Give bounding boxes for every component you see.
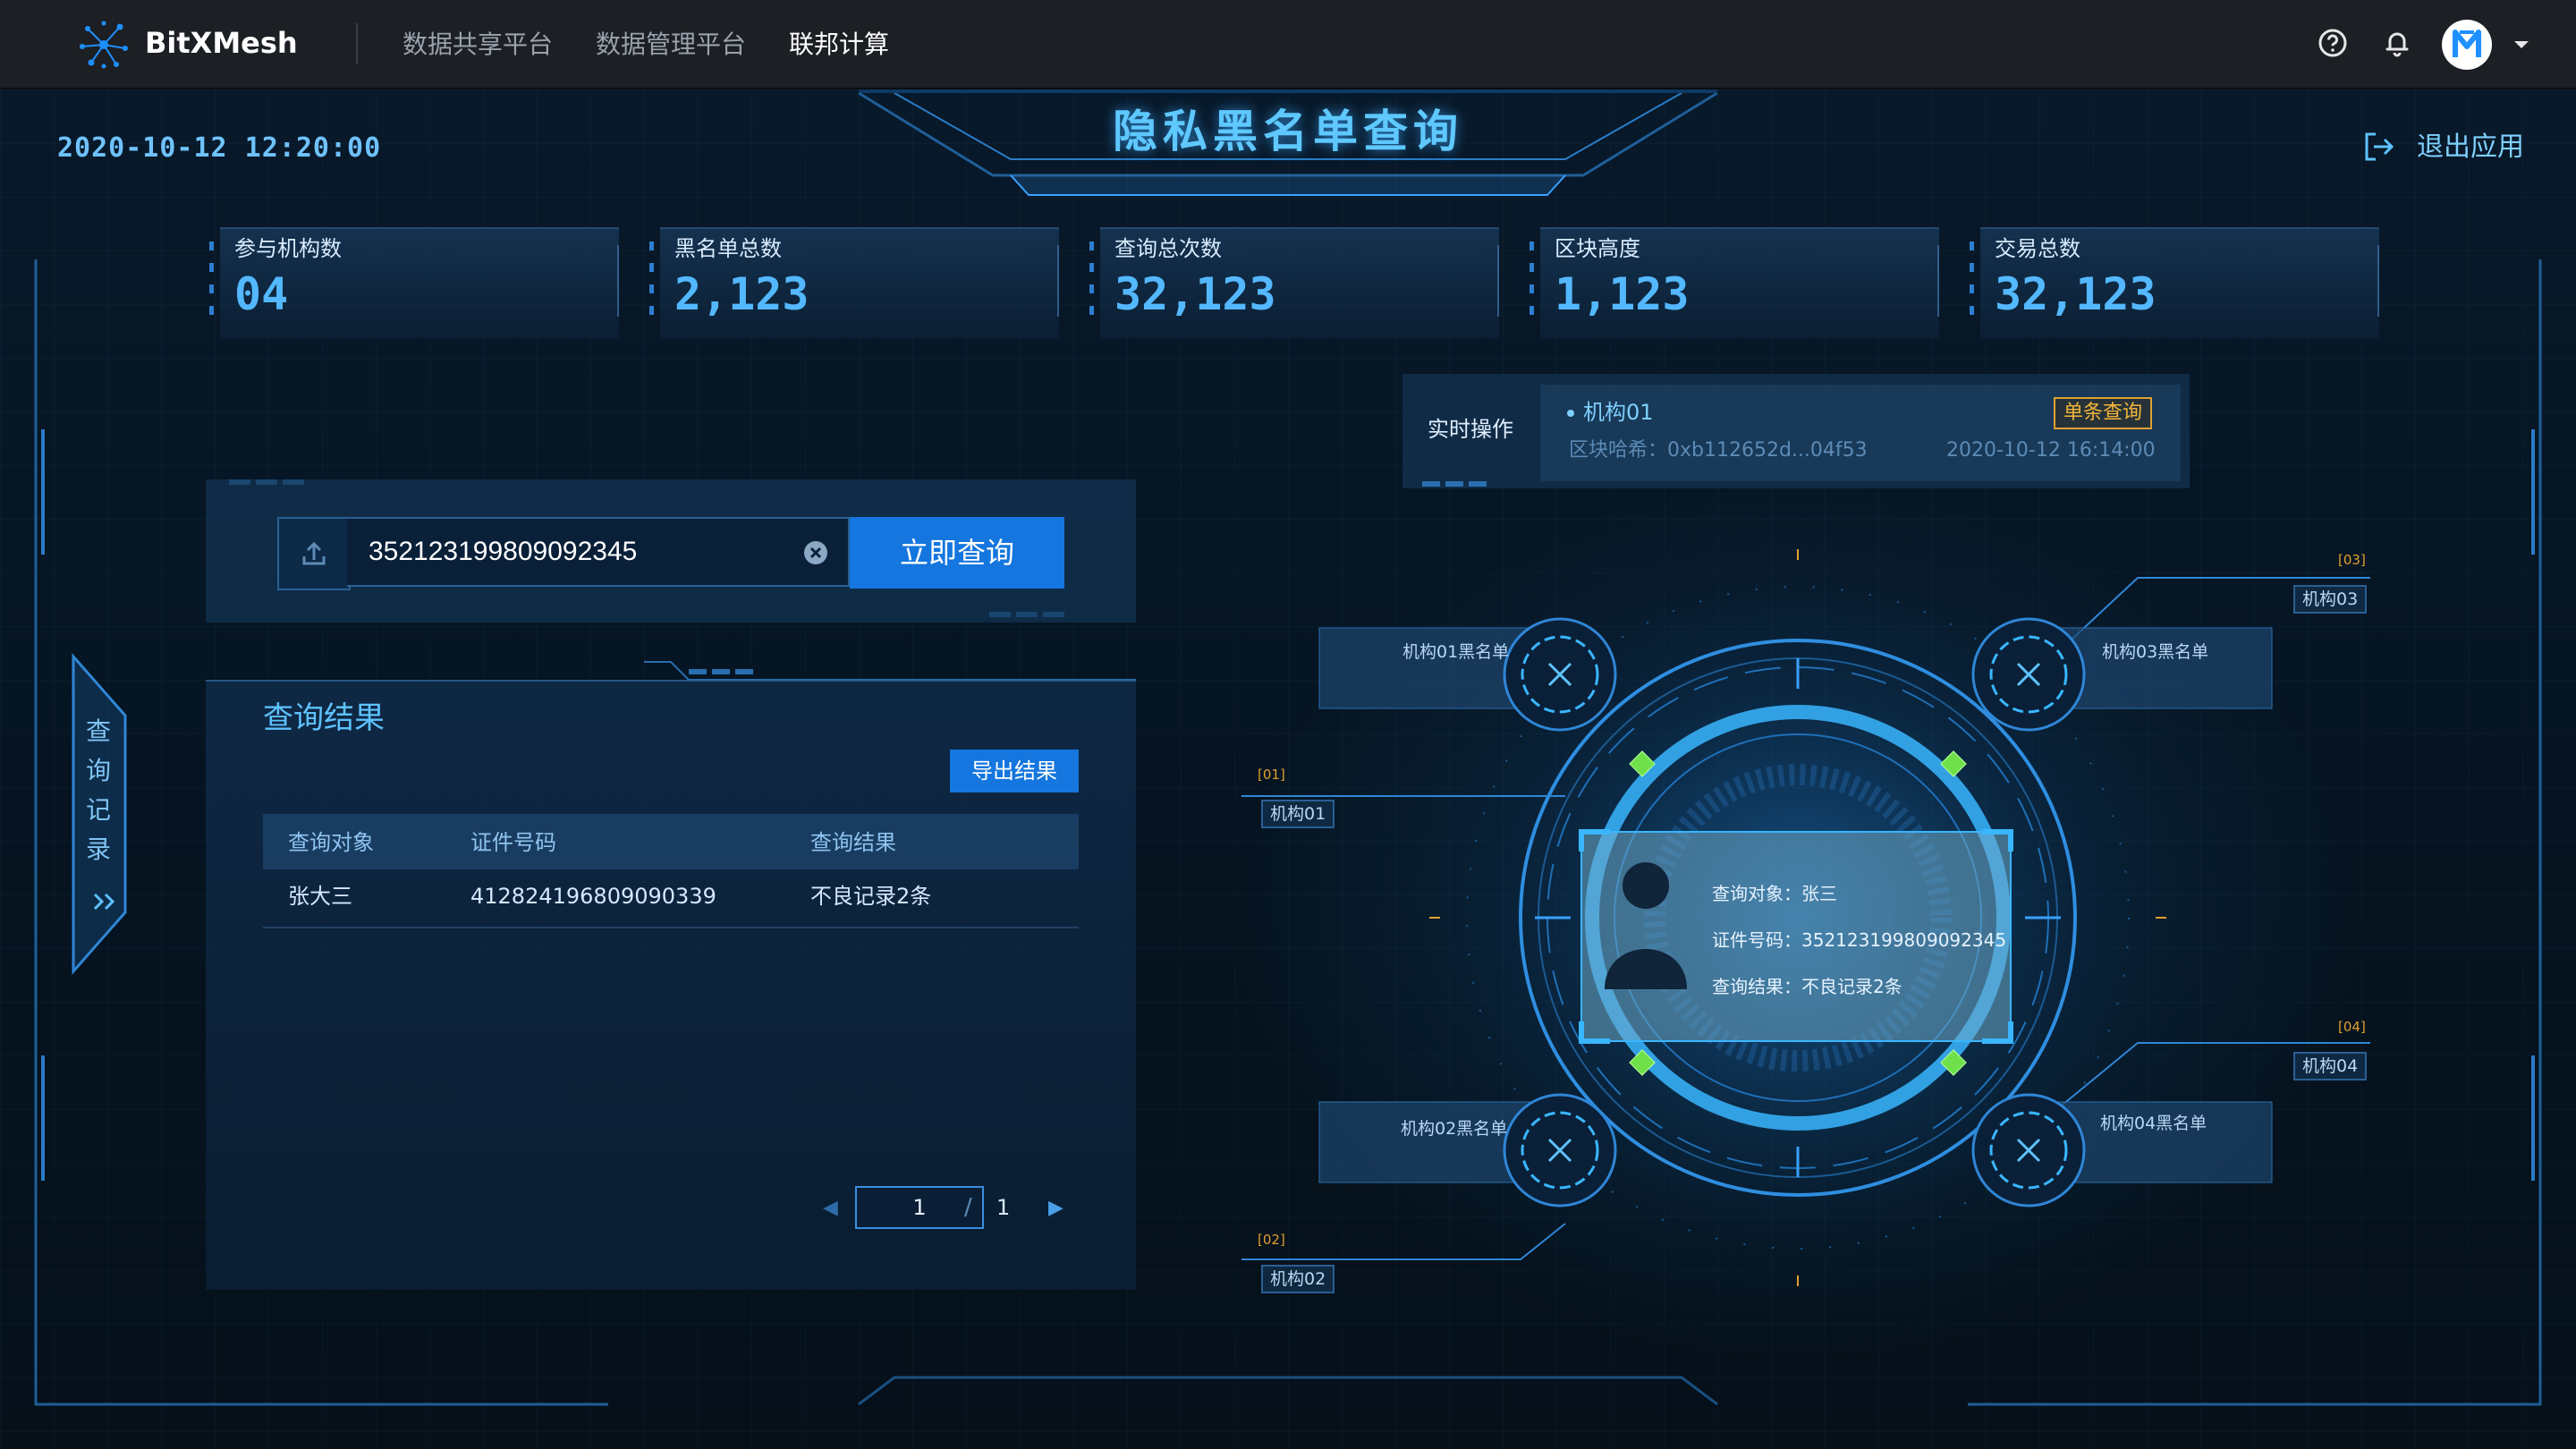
card-subject: 查询对象：张三 [1712, 883, 1837, 904]
realtime-label: 实时操作 [1428, 417, 1513, 442]
table-cell-subject: 张大三 [288, 884, 352, 909]
stat-label: 查询总次数 [1114, 236, 1222, 261]
column-header-id-number: 证件号码 [470, 830, 556, 855]
stat-value: 1,123 [1555, 268, 1690, 320]
exit-app-link[interactable]: 退出应用 [2417, 130, 2524, 165]
stat-label: 交易总数 [1995, 236, 2080, 261]
stat-card-orgs: 参与机构数 04 [209, 227, 619, 338]
user-avatar[interactable] [2442, 20, 2492, 70]
stat-value: 32,123 [1995, 268, 2157, 320]
search-now-button[interactable]: 立即查询 [850, 517, 1064, 589]
stat-notch-decoration [1970, 242, 1974, 322]
top-nav-bar [0, 0, 2576, 89]
realtime-block-hash: 区块哈希：0xb112652d...04f53 [1569, 439, 1868, 462]
org-bullet-icon [1567, 410, 1574, 417]
org04-blacklist-label: 机构04黑名单 [2100, 1114, 2207, 1133]
id-number-search-input[interactable]: 352123199809092345 [347, 517, 850, 587]
stat-notch-decoration [1089, 242, 1094, 322]
help-icon[interactable] [2317, 27, 2349, 59]
stat-value: 32,123 [1114, 268, 1276, 320]
results-table-header [263, 814, 1079, 869]
stat-corner-decoration [610, 245, 619, 317]
table-row-divider [263, 927, 1079, 928]
realtime-timestamp: 2020-10-12 16:14:00 [1946, 439, 2156, 462]
stat-card-blacklist: 黑名单总数 2,123 [649, 227, 1059, 338]
next-page-icon[interactable]: ▶ [1048, 1195, 1063, 1222]
side-tab-char: 录 [86, 835, 112, 864]
stat-label: 黑名单总数 [674, 236, 782, 261]
clear-input-icon[interactable] [801, 538, 830, 567]
org03-node-label[interactable]: 机构03 [2293, 585, 2368, 614]
org01-node-label[interactable]: 机构01 [1261, 800, 1335, 828]
table-cell-result: 不良记录2条 [810, 884, 932, 909]
nav-item-data-management[interactable]: 数据管理平台 [596, 27, 746, 63]
stat-notch-decoration [649, 242, 654, 322]
table-cell-id-number: 412824196809090339 [470, 884, 716, 909]
stat-corner-decoration [1490, 245, 1499, 317]
stat-notch-decoration [209, 242, 214, 322]
page-separator: / [964, 1194, 972, 1221]
stat-value: 04 [234, 268, 289, 320]
results-title: 查询结果 [263, 700, 385, 736]
stat-notch-decoration [1530, 242, 1534, 322]
exit-icon[interactable] [2361, 129, 2397, 165]
stat-value: 2,123 [674, 268, 809, 320]
org01-blacklist-label: 机构01黑名单 [1402, 642, 1510, 662]
column-header-subject: 查询对象 [288, 830, 374, 855]
previous-page-icon[interactable]: ◀ [823, 1195, 838, 1222]
user-menu-chevron-down-icon[interactable] [2512, 38, 2531, 52]
org02-blacklist-label: 机构02黑名单 [1401, 1119, 1508, 1139]
upload-icon [302, 541, 326, 565]
page-title: 隐私黑名单查询 [1113, 106, 1463, 157]
org02-code: [02] [1258, 1232, 1285, 1248]
org02-node-label[interactable]: 机构02 [1261, 1265, 1335, 1293]
nav-item-federated-computing[interactable]: 联邦计算 [789, 27, 889, 63]
org04-node-label[interactable]: 机构04 [2293, 1052, 2368, 1080]
side-tab-char: 记 [86, 795, 112, 825]
bitxmesh-logo-icon [80, 21, 128, 69]
org03-blacklist-label: 机构03黑名单 [2102, 642, 2209, 662]
nav-divider [356, 23, 358, 64]
realtime-org: 机构01 [1583, 400, 1654, 425]
stat-corner-decoration [1050, 245, 1059, 317]
stat-label: 参与机构数 [234, 236, 342, 261]
realtime-panel-decoration [1422, 481, 1487, 487]
current-datetime: 2020-10-12 12:20:00 [57, 132, 382, 164]
upload-button[interactable] [277, 517, 351, 590]
stat-label: 区块高度 [1555, 236, 1640, 261]
stat-card-transactions: 交易总数 32,123 [1970, 227, 2379, 338]
card-result: 查询结果：不良记录2条 [1712, 976, 1902, 997]
org04-code: [04] [2338, 1019, 2366, 1035]
nav-item-data-sharing[interactable]: 数据共享平台 [402, 27, 553, 63]
page-total: 1 [996, 1195, 1011, 1220]
single-query-badge: 单条查询 [2054, 397, 2152, 429]
stat-card-queries: 查询总次数 32,123 [1089, 227, 1499, 338]
side-tab-char: 询 [86, 756, 112, 785]
side-tab-char: 查 [86, 716, 112, 746]
card-id-number: 证件号码：352123199809092345 [1712, 929, 2007, 951]
stat-corner-decoration [1930, 245, 1939, 317]
avatar-logo-icon [2453, 30, 2481, 57]
org01-code: [01] [1258, 767, 1285, 783]
column-header-result: 查询结果 [810, 830, 896, 855]
bell-icon[interactable] [2381, 27, 2413, 59]
export-results-button[interactable]: 导出结果 [950, 750, 1079, 792]
org03-code: [03] [2338, 552, 2366, 568]
stat-card-block-height: 区块高度 1,123 [1530, 227, 1939, 338]
brand-name: BitXMesh [145, 26, 298, 60]
stat-corner-decoration [2370, 245, 2379, 317]
